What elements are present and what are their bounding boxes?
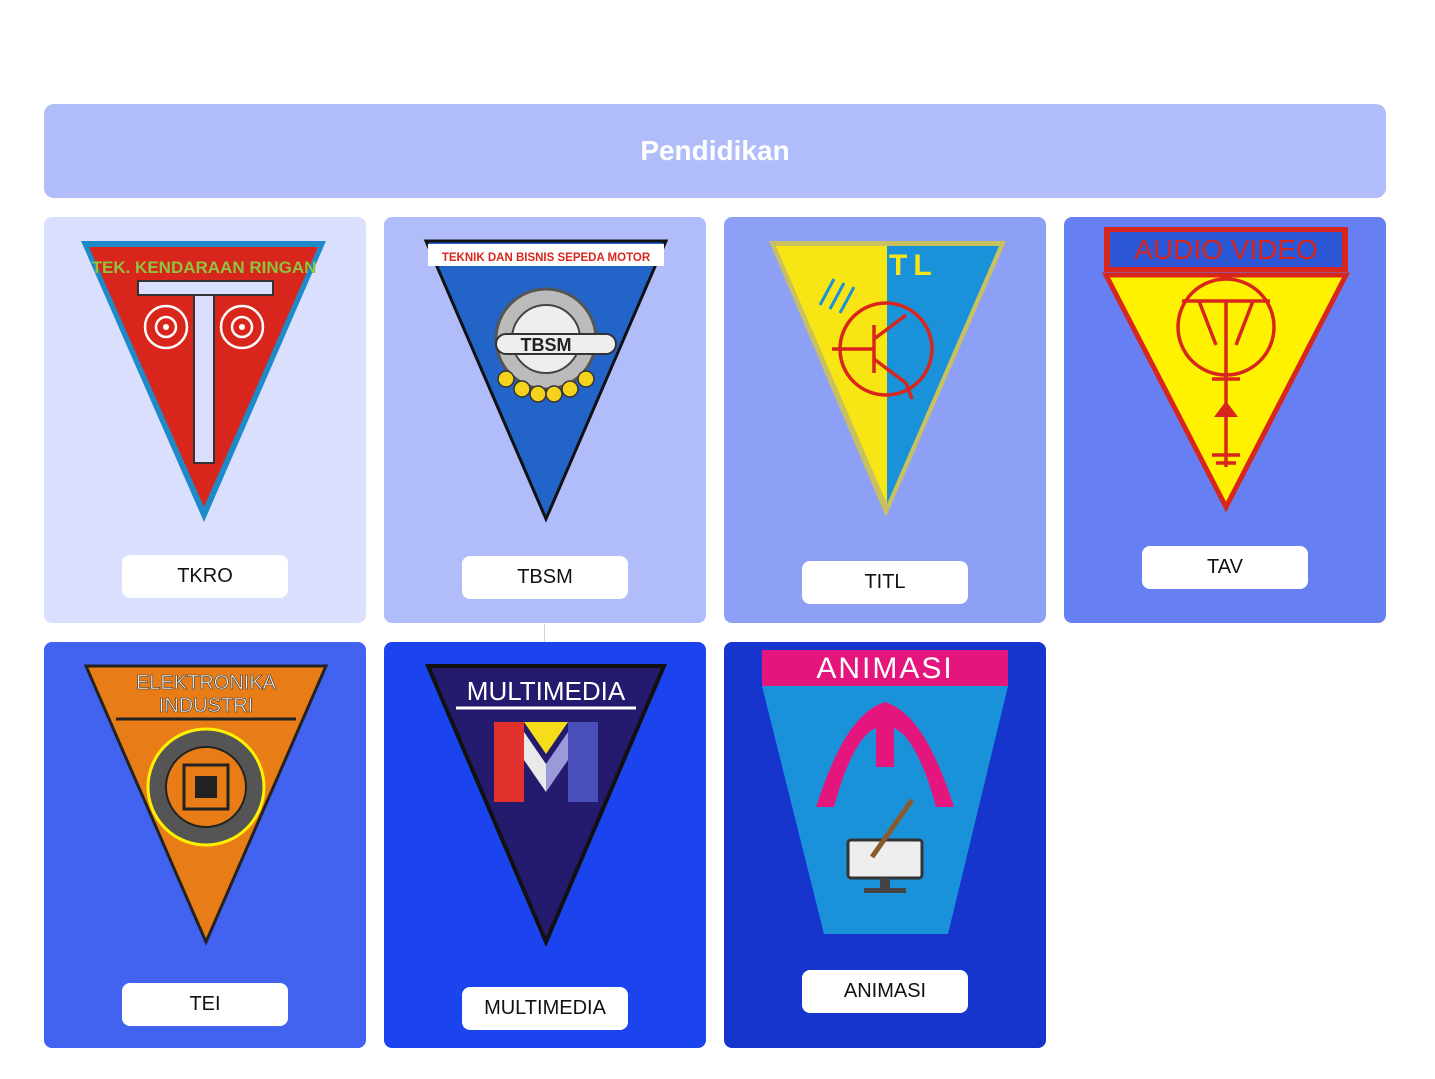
svg-text:TEK. KENDARAAN RINGAN: TEK. KENDARAAN RINGAN <box>92 258 317 277</box>
section-title: Pendidikan <box>640 135 790 166</box>
program-card-tkro[interactable]: TEK. KENDARAAN RINGAN TKRO <box>44 217 366 623</box>
program-button-tav[interactable]: TAV <box>1142 546 1308 589</box>
svg-text:TEKNIK DAN BISNIS SEPEDA MOTOR: TEKNIK DAN BISNIS SEPEDA MOTOR <box>442 252 651 264</box>
svg-text:AUDIO VIDEO: AUDIO VIDEO <box>1134 234 1318 265</box>
tkro-logo-icon: TEK. KENDARAAN RINGAN <box>81 241 326 522</box>
card-divider <box>544 624 545 642</box>
svg-text:ELEKTRONIKA: ELEKTRONIKA <box>136 672 277 694</box>
program-card-tav[interactable]: AUDIO VIDEO TAV <box>1064 217 1386 623</box>
program-button-tei[interactable]: TEI <box>122 983 288 1026</box>
program-card-animasi[interactable]: ANIMASI ANIMASI <box>724 642 1046 1048</box>
animasi-logo-icon: ANIMASI <box>762 650 1008 934</box>
svg-text:INDUSTRI: INDUSTRI <box>159 695 253 717</box>
section-header: Pendidikan <box>44 104 1386 198</box>
tei-logo-icon: ELEKTRONIKA INDUSTRI <box>83 664 329 946</box>
program-card-multimedia[interactable]: MULTIMEDIA MULTIMEDIA <box>384 642 706 1048</box>
program-button-animasi[interactable]: ANIMASI <box>802 970 968 1013</box>
program-button-multimedia[interactable]: MULTIMEDIA <box>462 987 628 1030</box>
program-button-tbsm[interactable]: TBSM <box>462 556 628 599</box>
svg-text:TITL: TITL <box>850 249 937 282</box>
svg-text:TBSM: TBSM <box>521 335 572 355</box>
tav-logo-icon: AUDIO VIDEO <box>1101 227 1351 513</box>
program-card-tbsm[interactable]: TEKNIK DAN BISNIS SEPEDA MOTOR TBSM TBSM <box>384 217 706 623</box>
program-card-tei[interactable]: ELEKTRONIKA INDUSTRI TEI <box>44 642 366 1048</box>
svg-text:ANIMASI: ANIMASI <box>816 652 953 685</box>
program-button-tkro[interactable]: TKRO <box>122 555 288 598</box>
multimedia-logo-icon: MULTIMEDIA <box>424 664 668 948</box>
titl-logo-icon: TITL <box>769 241 1006 517</box>
program-card-titl[interactable]: TITL TITL <box>724 217 1046 623</box>
program-button-titl[interactable]: TITL <box>802 561 968 604</box>
tbsm-logo-icon: TEKNIK DAN BISNIS SEPEDA MOTOR TBSM <box>423 239 669 523</box>
svg-text:MULTIMEDIA: MULTIMEDIA <box>467 676 626 706</box>
